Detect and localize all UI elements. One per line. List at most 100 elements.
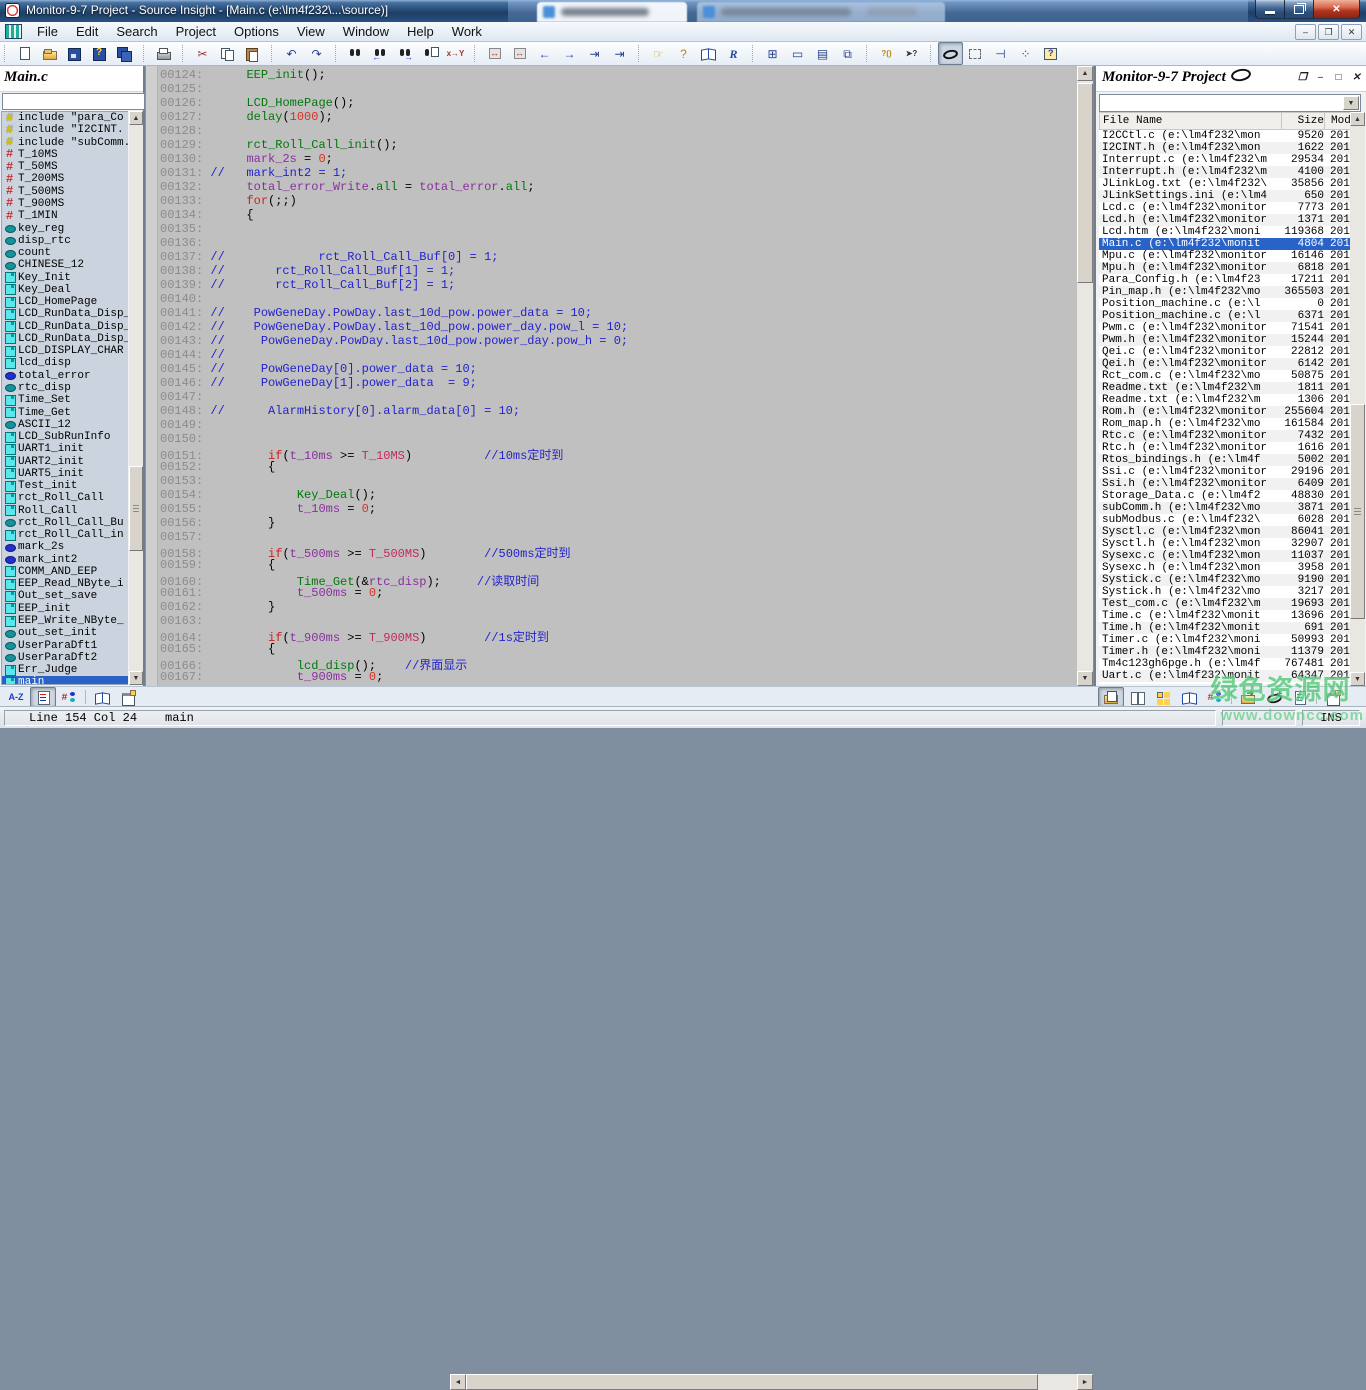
find-button[interactable] xyxy=(343,42,368,65)
file-row[interactable]: Sysctl.h (e:\lm4f232\mon329072013 xyxy=(1099,538,1352,550)
file-row[interactable]: subComm.h (e:\lm4f232\mo38712013 xyxy=(1099,502,1352,514)
symbol-types-button[interactable] xyxy=(1202,687,1228,707)
search-backward-button[interactable] xyxy=(368,42,393,65)
code-line[interactable]: 00134: { xyxy=(160,208,1077,222)
column-file-name[interactable]: File Name xyxy=(1100,113,1282,129)
file-row[interactable]: Time.c (e:\lm4f232\monit136962013 xyxy=(1099,610,1352,622)
file-row[interactable]: Pwm.h (e:\lm4f232\monitor152442013 xyxy=(1099,334,1352,346)
code-line[interactable]: 00157: xyxy=(160,530,1077,544)
code-line[interactable]: 00162: } xyxy=(160,600,1077,614)
pointer-help-button[interactable]: ➤? xyxy=(899,42,924,65)
scrollbar-thumb[interactable] xyxy=(1077,83,1093,283)
symbol-item[interactable]: T_1MIN xyxy=(2,210,128,222)
symbol-list-scrollbar[interactable]: ▲ ▼ xyxy=(129,111,143,685)
symbol-item[interactable]: Err_Judge xyxy=(2,664,128,676)
code-line[interactable]: 00155: t_10ms = 0; xyxy=(160,502,1077,516)
code-line[interactable]: 00130: mark_2s = 0; xyxy=(160,152,1077,166)
replace-button[interactable]: x→Y xyxy=(443,42,468,65)
panel-close-button[interactable]: ✕ xyxy=(1349,70,1364,84)
save-as-button[interactable] xyxy=(87,42,112,65)
scroll-left-arrow[interactable]: ◄ xyxy=(450,1374,466,1390)
code-line[interactable]: 00163: xyxy=(160,614,1077,628)
symbol-item[interactable]: rct_Roll_Call_Bu xyxy=(2,517,128,529)
code-line[interactable]: 00150: xyxy=(160,432,1077,446)
symbol-types-button[interactable] xyxy=(56,687,82,707)
scrollbar-thumb[interactable] xyxy=(129,466,143,551)
symbol-item[interactable]: include "subComm. xyxy=(2,137,128,149)
symbol-filter-input[interactable] xyxy=(2,93,145,110)
code-line[interactable]: 00138: // rct_Roll_Call_Buf[1] = 1; xyxy=(160,264,1077,278)
menu-view[interactable]: View xyxy=(288,22,334,41)
resync-project-button[interactable] xyxy=(938,42,963,65)
editor-horizontal-scrollbar[interactable]: ◄ ► xyxy=(450,1374,1093,1390)
symbol-item[interactable]: UART1_init xyxy=(2,443,128,455)
code-line[interactable]: 00166: lcd_disp(); //界面显示 xyxy=(160,656,1077,670)
mdi-restore-button[interactable]: ❐ xyxy=(1318,24,1339,40)
help-window-button[interactable] xyxy=(1038,42,1063,65)
new-file-button[interactable] xyxy=(12,42,37,65)
resync-new-button[interactable] xyxy=(1261,687,1287,707)
save-all-button[interactable] xyxy=(112,42,137,65)
file-row[interactable]: Rtc.h (e:\lm4f232\monitor16162013 xyxy=(1099,442,1352,454)
symbol-item[interactable]: Roll_Call xyxy=(2,505,128,517)
symbol-item[interactable]: rct_Roll_Call_in xyxy=(2,529,128,541)
file-row[interactable]: Uart.c (e:\lm4f232\monit643472013 xyxy=(1099,670,1352,682)
browse-book-button[interactable] xyxy=(696,42,721,65)
link-previous-button[interactable] xyxy=(482,42,507,65)
project-list-scrollbar[interactable]: ▲ ▼ xyxy=(1350,112,1365,686)
file-row[interactable]: Readme.txt (e:\lm4f232\m13062013 xyxy=(1099,394,1352,406)
symbol-item[interactable]: mark_2s xyxy=(2,541,128,553)
panel-dock-button[interactable]: ❐ xyxy=(1295,70,1310,84)
icon-view-button[interactable] xyxy=(1150,687,1176,707)
symbol-item[interactable]: T_10MS xyxy=(2,149,128,161)
code-line[interactable]: 00156: } xyxy=(160,516,1077,530)
symbol-item[interactable]: EEP_init xyxy=(2,603,128,615)
file-row[interactable]: I2CCtl.c (e:\lm4f232\mon95202013 xyxy=(1099,130,1352,142)
code-line[interactable]: 00149: xyxy=(160,418,1077,432)
symbol-item[interactable]: out_set_init xyxy=(2,627,128,639)
symbol-item[interactable]: LCD_DISPLAY_CHAR xyxy=(2,345,128,357)
panel-maximize-button[interactable]: □ xyxy=(1331,70,1346,84)
file-row[interactable]: Rom_map.h (e:\lm4f232\mo1615842013 xyxy=(1099,418,1352,430)
symbol-item[interactable]: LCD_RunData_Disp_ xyxy=(2,308,128,320)
properties-button[interactable] xyxy=(115,687,141,707)
menu-edit[interactable]: Edit xyxy=(67,22,107,41)
tile-windows-button[interactable]: ⊞ xyxy=(760,42,785,65)
file-row[interactable]: subModbus.c (e:\lm4f232\60282013 xyxy=(1099,514,1352,526)
file-row[interactable]: Mpu.c (e:\lm4f232\monitor161462013 xyxy=(1099,250,1352,262)
symbol-item[interactable]: UserParaDft2 xyxy=(2,652,128,664)
code-line[interactable]: 00136: xyxy=(160,236,1077,250)
menu-project[interactable]: Project xyxy=(167,22,225,41)
open-button[interactable] xyxy=(37,42,62,65)
scroll-up-arrow[interactable]: ▲ xyxy=(129,111,143,125)
context-window-button[interactable]: ☞ xyxy=(646,42,671,65)
mdi-minimize-button[interactable]: – xyxy=(1295,24,1316,40)
menu-search[interactable]: Search xyxy=(107,22,166,41)
file-row[interactable]: Time.h (e:\lm4f232\monit6912013 xyxy=(1099,622,1352,634)
browse-book-button[interactable] xyxy=(89,687,115,707)
symbol-item[interactable]: T_900MS xyxy=(2,198,128,210)
undo-button[interactable]: ↶ xyxy=(279,42,304,65)
cascade-windows-button[interactable]: ⧉ xyxy=(835,42,860,65)
symbol-item[interactable]: LCD_RunData_Disp_ xyxy=(2,321,128,333)
code-line[interactable]: 00151: if(t_10ms >= T_10MS) //10ms定时到 xyxy=(160,446,1077,460)
symbol-item[interactable]: include "para_Co xyxy=(2,112,128,124)
properties-button[interactable] xyxy=(1320,687,1346,707)
file-row[interactable]: Tm4c123gh6pge.h (e:\lm4f7674812013 xyxy=(1099,658,1352,670)
project-open-button[interactable] xyxy=(1098,687,1124,707)
code-line[interactable]: 00140: xyxy=(160,292,1077,306)
code-line[interactable]: 00126: LCD_HomePage(); xyxy=(160,96,1077,110)
symbol-item[interactable]: T_200MS xyxy=(2,173,128,185)
outline-button[interactable]: ⊣ xyxy=(988,42,1013,65)
symbol-item[interactable]: Out_set_save xyxy=(2,590,128,602)
help-topic-button[interactable]: ? xyxy=(671,42,696,65)
code-line[interactable]: 00153: xyxy=(160,474,1077,488)
symbol-item[interactable]: rtc_disp xyxy=(2,382,128,394)
scroll-down-arrow[interactable]: ▼ xyxy=(129,671,143,685)
code-line[interactable]: 00148: // AlarmHistory[0].alarm_data[0] … xyxy=(160,404,1077,418)
symbol-item[interactable]: LCD_SubRunInfo xyxy=(2,431,128,443)
menu-help[interactable]: Help xyxy=(398,22,443,41)
file-row[interactable]: Readme.txt (e:\lm4f232\m18112013 xyxy=(1099,382,1352,394)
close-button[interactable]: ✕ xyxy=(1314,0,1360,19)
symbol-item[interactable]: key_reg xyxy=(2,222,128,234)
